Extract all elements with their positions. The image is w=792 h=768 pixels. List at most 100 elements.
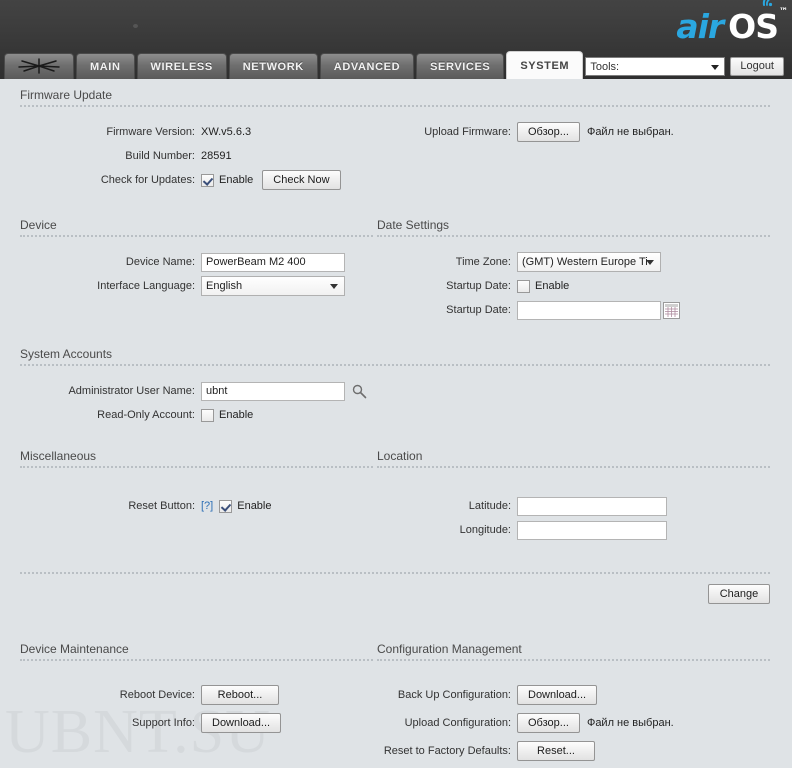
row-startup-date-field: Startup Date: xyxy=(377,298,792,322)
interface-language-value: English xyxy=(206,280,243,292)
reboot-device-label: Reboot Device: xyxy=(119,689,195,701)
read-only-enable-text: Enable xyxy=(219,409,254,421)
read-only-account-checkbox[interactable] xyxy=(201,408,214,422)
upload-firmware-label: Upload Firmware: xyxy=(424,126,511,138)
section-title-miscellaneous: Miscellaneous xyxy=(20,449,97,463)
apply-bar: Change xyxy=(0,542,792,604)
tab-system[interactable]: SYSTEM xyxy=(506,51,584,79)
tab-services[interactable]: SERVICES xyxy=(416,53,505,79)
upload-configuration-nofile-text: Файл не выбран. xyxy=(586,717,674,729)
tab-network[interactable]: NETWORK xyxy=(228,53,318,79)
check-now-button[interactable]: Check Now xyxy=(262,170,341,190)
reboot-button[interactable]: Reboot... xyxy=(201,685,279,705)
reset-button-checkbox[interactable] xyxy=(219,499,233,513)
latitude-input[interactable] xyxy=(517,496,667,516)
build-number-value: 28591 xyxy=(201,150,232,162)
startup-date-enable-label: Startup Date: xyxy=(446,280,511,292)
check-for-updates-checkbox[interactable] xyxy=(201,173,214,187)
check-for-updates-label: Check for Updates: xyxy=(100,174,195,186)
section-title-device-maintenance: Device Maintenance xyxy=(20,642,129,656)
time-zone-select[interactable]: (GMT) Western Europe Ti xyxy=(517,252,661,272)
wifi-waves-icon xyxy=(762,0,773,7)
row-check-for-updates: Check for Updates: Enable Check Now xyxy=(0,168,377,192)
logo-tm-mark: ™ xyxy=(779,7,788,17)
device-name-label: Device Name: xyxy=(125,256,195,268)
row-upload-firmware: Upload Firmware: Обзор... Файл не выбран… xyxy=(377,120,792,144)
tools-dropdown[interactable]: Tools: xyxy=(585,57,726,76)
latitude-label: Latitude: xyxy=(468,500,511,512)
tools-dropdown-label: Tools: xyxy=(590,60,620,73)
row-admin-user-name: Administrator User Name: xyxy=(0,379,377,403)
section-title-configuration-management: Configuration Management xyxy=(377,642,522,656)
row-interface-language: Interface Language: English xyxy=(0,274,377,298)
row-support-info: Support Info: Download... xyxy=(0,709,377,737)
interface-language-select[interactable]: English xyxy=(201,276,345,296)
row-device-name: Device Name: xyxy=(0,250,377,274)
page-body: UBNT.SU Firmware Update Firmware Version… xyxy=(0,79,792,766)
startup-date-checkbox[interactable] xyxy=(517,279,530,293)
header-dot xyxy=(133,24,138,28)
row-reset-button: Reset Button: [?] Enable xyxy=(0,494,377,518)
row-firmware-version: Firmware Version: XW.v5.6.3 xyxy=(0,120,377,144)
admin-user-name-input[interactable] xyxy=(201,381,345,401)
section-title-system-accounts: System Accounts xyxy=(20,347,113,361)
calendar-icon[interactable] xyxy=(663,301,680,319)
build-number-label: Build Number: xyxy=(125,150,195,162)
upload-firmware-browse-button[interactable]: Обзор... xyxy=(517,122,580,142)
reset-button-help-link[interactable]: [?] xyxy=(201,500,213,512)
row-backup-configuration: Back Up Configuration: Download... xyxy=(377,681,792,709)
row-upload-configuration: Upload Configuration: Обзор... Файл не в… xyxy=(377,709,792,737)
logo-os-text: OS ™ xyxy=(723,7,788,46)
row-read-only-account: Read-Only Account: Enable xyxy=(0,403,377,427)
logout-button[interactable]: Logout xyxy=(730,57,784,76)
misc-location-section: Reset Button: [?] Enable Latitude: Longi… xyxy=(0,468,792,542)
longitude-input[interactable] xyxy=(517,520,667,540)
firmware-version-value: XW.v5.6.3 xyxy=(201,126,252,138)
reset-button-label: Reset Button: xyxy=(128,500,195,512)
startup-date-input[interactable] xyxy=(517,300,661,320)
section-title-firmware-update: Firmware Update xyxy=(20,88,113,102)
chevron-down-icon xyxy=(330,284,338,289)
chevron-down-icon xyxy=(646,260,654,265)
firmware-update-section: Firmware Version: XW.v5.6.3 Build Number… xyxy=(0,107,792,192)
read-only-account-label: Read-Only Account: xyxy=(97,409,195,421)
row-build-number: Build Number: 28591 xyxy=(0,144,377,168)
firmware-version-label: Firmware Version: xyxy=(106,126,195,138)
main-tab-bar: MAIN WIRELESS NETWORK ADVANCED SERVICES … xyxy=(0,48,792,79)
check-for-updates-enable-label: Enable xyxy=(219,174,254,186)
chevron-down-icon xyxy=(711,64,720,70)
reset-factory-defaults-button[interactable]: Reset... xyxy=(517,741,595,761)
logo-os-letters: OS xyxy=(728,7,779,46)
section-title-date-settings: Date Settings xyxy=(377,218,450,232)
change-button[interactable]: Change xyxy=(708,584,770,604)
backup-configuration-label: Back Up Configuration: xyxy=(397,689,511,701)
device-date-headers: Device Date Settings xyxy=(0,192,792,237)
support-info-download-button[interactable]: Download... xyxy=(201,713,282,733)
app-header: air OS ™ xyxy=(0,0,792,48)
device-name-input[interactable] xyxy=(201,252,345,272)
upload-configuration-label: Upload Configuration: xyxy=(404,717,511,729)
row-time-zone: Time Zone: (GMT) Western Europe Ti xyxy=(377,250,792,274)
backup-download-button[interactable]: Download... xyxy=(517,685,598,705)
row-latitude: Latitude: xyxy=(377,494,792,518)
longitude-label: Longitude: xyxy=(459,524,511,536)
logo-air-text: air xyxy=(676,7,724,46)
device-date-section: Device Name: Interface Language: English… xyxy=(0,237,792,322)
section-title-device: Device xyxy=(20,218,57,232)
maintenance-config-headers: Device Maintenance Configuration Managem… xyxy=(0,604,792,661)
tab-advanced[interactable]: ADVANCED xyxy=(319,53,415,79)
key-magnifier-icon[interactable] xyxy=(352,384,367,399)
startup-date-enable-text: Enable xyxy=(535,280,570,292)
maintenance-config-section: Reboot Device: Reboot... Support Info: D… xyxy=(0,661,792,765)
tab-home-logo[interactable] xyxy=(4,53,74,79)
row-startup-date-enable: Startup Date: Enable xyxy=(377,274,792,298)
support-info-label: Support Info: xyxy=(132,717,195,729)
ubiquiti-logo-icon xyxy=(18,58,60,74)
system-accounts-section: Administrator User Name: Read-Only Accou… xyxy=(0,366,792,427)
upload-configuration-browse-button[interactable]: Обзор... xyxy=(517,713,580,733)
tab-wireless[interactable]: WIRELESS xyxy=(136,53,227,79)
startup-date-field-label: Startup Date: xyxy=(446,304,511,316)
row-longitude: Longitude: xyxy=(377,518,792,542)
row-reboot-device: Reboot Device: Reboot... xyxy=(0,681,377,709)
tab-main[interactable]: MAIN xyxy=(76,53,135,79)
